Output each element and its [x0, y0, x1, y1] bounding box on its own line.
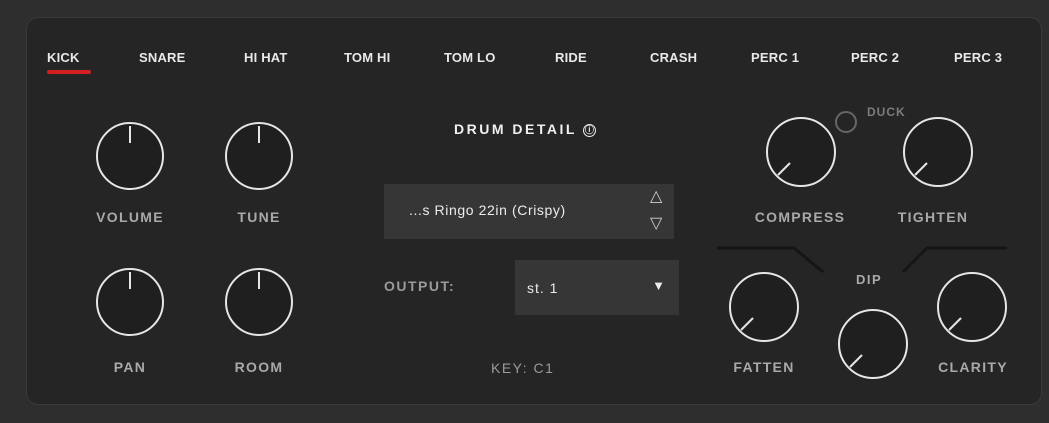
tab-perc-1[interactable]: PERC 1: [751, 50, 799, 65]
dropdown-arrow-icon: ▼: [652, 278, 665, 293]
knob-pointer: [948, 317, 962, 331]
drum-detail-title: DRUM DETAIL ⓘ: [454, 121, 596, 137]
drum-detail-title-text: DRUM DETAIL: [454, 121, 577, 137]
output-dropdown[interactable]: st. 1 ▼: [515, 260, 679, 315]
knob-pointer: [129, 272, 131, 289]
tighten-label: TIGHTEN: [897, 209, 969, 225]
sample-selector[interactable]: ...s Ringo 22in (Crispy) △ ▽: [384, 184, 674, 239]
room-knob[interactable]: [225, 268, 293, 336]
clarity-knob[interactable]: [937, 272, 1007, 342]
room-label: ROOM: [234, 359, 284, 375]
tab-hi-hat[interactable]: HI HAT: [244, 50, 288, 65]
clarity-label: CLARITY: [938, 359, 1008, 375]
tab-ride[interactable]: RIDE: [555, 50, 587, 65]
knob-pointer: [129, 126, 131, 143]
tab-tom-hi[interactable]: TOM HI: [344, 50, 390, 65]
tab-tom-lo[interactable]: TOM LO: [444, 50, 496, 65]
active-tab-indicator: [47, 70, 91, 74]
output-value: st. 1: [527, 280, 559, 296]
output-label: OUTPUT:: [384, 278, 456, 294]
volume-knob[interactable]: [96, 122, 164, 190]
knob-pointer: [777, 162, 791, 176]
tune-label: TUNE: [237, 209, 281, 225]
volume-label: VOLUME: [96, 209, 164, 225]
fatten-label: FATTEN: [733, 359, 795, 375]
tune-knob[interactable]: [225, 122, 293, 190]
knob-pointer: [849, 354, 863, 368]
pan-label: PAN: [113, 359, 147, 375]
knob-pointer: [258, 272, 260, 289]
tab-perc-3[interactable]: PERC 3: [954, 50, 1002, 65]
previous-sample-arrow-icon[interactable]: △: [650, 189, 662, 205]
knob-pointer: [914, 162, 928, 176]
duck-label: DUCK: [867, 105, 906, 119]
pan-knob[interactable]: [96, 268, 164, 336]
next-sample-arrow-icon[interactable]: ▽: [650, 216, 662, 232]
tab-crash[interactable]: CRASH: [650, 50, 697, 65]
key-indicator: KEY: C1: [491, 360, 555, 376]
compress-knob[interactable]: [766, 117, 836, 187]
info-icon[interactable]: ⓘ: [582, 124, 596, 137]
tighten-knob[interactable]: [903, 117, 973, 187]
tab-perc-2[interactable]: PERC 2: [851, 50, 899, 65]
dip-label: DIP: [856, 272, 883, 287]
knob-pointer: [740, 317, 754, 331]
duck-toggle[interactable]: [835, 111, 857, 133]
tab-kick[interactable]: KICK: [47, 50, 80, 65]
knob-pointer: [258, 126, 260, 143]
sample-name: ...s Ringo 22in (Crispy): [409, 202, 566, 218]
fatten-knob[interactable]: [729, 272, 799, 342]
compress-label: COMPRESS: [754, 209, 846, 225]
tab-snare[interactable]: SNARE: [139, 50, 186, 65]
dip-knob[interactable]: [838, 309, 908, 379]
